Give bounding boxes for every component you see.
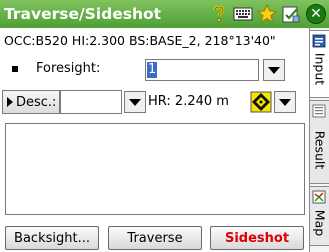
tab-input-label: Input <box>312 53 327 86</box>
tab-map[interactable]: Map <box>310 186 329 246</box>
tab-result-label: Result <box>312 130 327 170</box>
tab-map-label: Map <box>312 209 327 237</box>
chevron-down-icon <box>268 66 280 74</box>
foresight-input[interactable]: 1 <box>145 59 259 81</box>
map-icon <box>312 190 326 204</box>
foresight-dropdown-button[interactable] <box>263 59 285 81</box>
main-panel: OCC:B520 HI:2.300 BS:BASE_2, 218°13'40" … <box>0 28 309 252</box>
target-height-readout: HR: 2.240 m <box>148 94 229 109</box>
play-arrow-icon <box>7 97 13 107</box>
description-row: Desc.: HR: 2.240 m <box>0 90 309 114</box>
prism-target-icon[interactable] <box>250 91 272 113</box>
foresight-label: Foresight: <box>36 61 101 76</box>
tab-result[interactable]: Result <box>310 100 329 184</box>
desc-button[interactable]: Desc.: <box>2 90 60 114</box>
occupation-status: OCC:B520 HI:2.300 BS:BASE_2, 218°13'40" <box>4 33 276 48</box>
traverse-button[interactable]: Traverse <box>108 226 202 250</box>
foresight-row: Foresight: 1 <box>0 58 309 82</box>
chevron-down-icon <box>129 98 141 106</box>
favorites-star-icon[interactable] <box>256 3 278 25</box>
backsight-button[interactable]: Backsight... <box>5 226 99 250</box>
help-icon[interactable] <box>208 3 230 25</box>
foresight-value: 1 <box>147 62 158 78</box>
checklist-icon[interactable] <box>280 3 302 25</box>
bullet-icon <box>12 66 18 72</box>
target-dropdown-button[interactable] <box>274 91 296 113</box>
action-buttons: Backsight... Traverse Sideshot <box>0 226 309 252</box>
side-tabs: Input Result Map <box>309 28 329 252</box>
title-bar: Traverse/Sideshot ✕ <box>0 0 329 28</box>
desc-input[interactable] <box>60 90 122 114</box>
notes-area[interactable] <box>5 123 305 215</box>
desc-button-label: Desc.: <box>16 94 57 110</box>
window-title: Traverse/Sideshot <box>4 5 162 23</box>
sideshot-button[interactable]: Sideshot <box>210 226 304 250</box>
close-icon[interactable]: ✕ <box>306 4 326 24</box>
chevron-down-icon <box>279 98 291 106</box>
result-icon <box>312 104 326 118</box>
tab-input[interactable]: Input <box>310 30 329 98</box>
desc-dropdown-button[interactable] <box>124 91 146 113</box>
keyboard-icon[interactable] <box>232 3 254 25</box>
input-icon <box>312 34 326 48</box>
